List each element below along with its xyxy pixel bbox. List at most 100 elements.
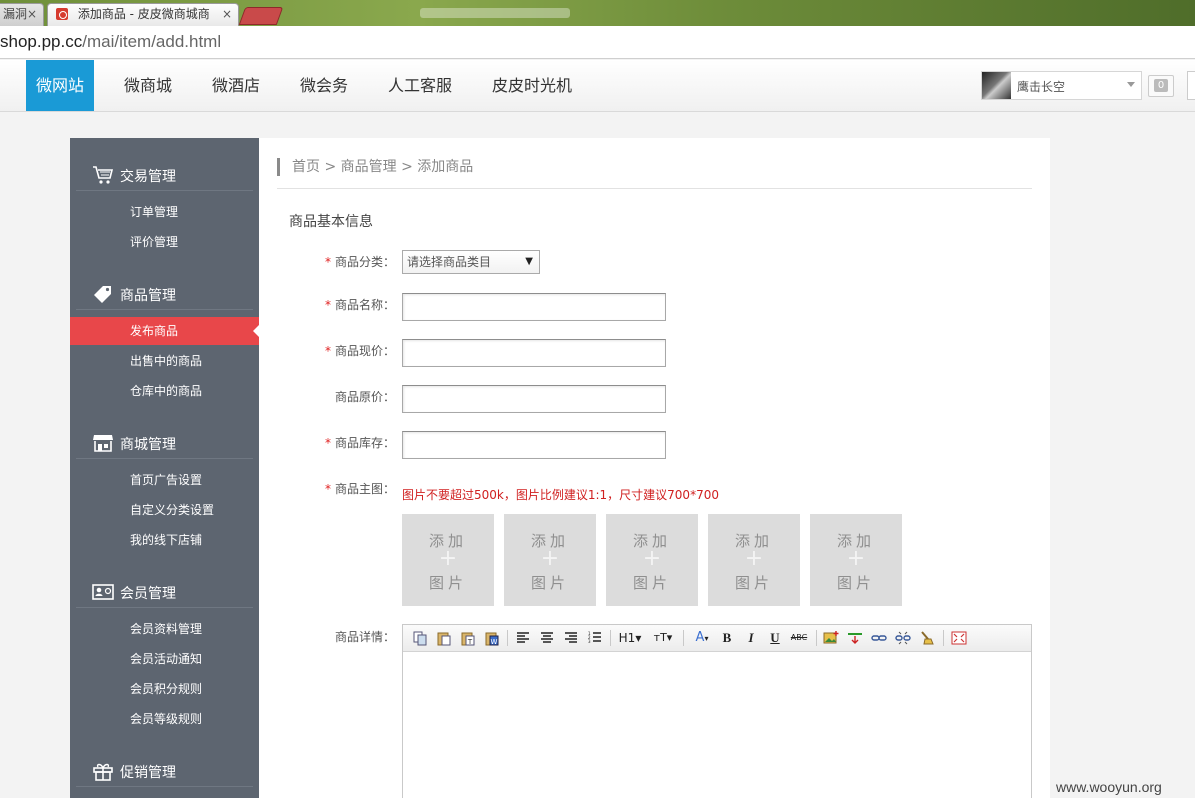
section-title: 商品管理 xyxy=(120,288,176,304)
plus-icon: + xyxy=(642,546,662,571)
svg-text:W: W xyxy=(491,638,498,646)
upload-text: 图片 xyxy=(530,574,569,592)
font-size-label: тT xyxy=(653,631,667,644)
dropdown-arrow-icon: ▼ xyxy=(525,256,533,267)
font-size-button[interactable]: тT▾ xyxy=(651,630,675,646)
upload-image-button[interactable]: 添加 + 图片 xyxy=(402,514,494,606)
original-price-input[interactable] xyxy=(402,385,666,413)
select-value: 请选择商品类目 xyxy=(407,255,492,269)
sidebar: 交易管理 订单管理 评价管理 商品管理 发布商品 出售中的商品 仓库中的商品 商… xyxy=(70,138,259,798)
paste-text-icon[interactable]: T xyxy=(460,630,476,646)
upload-image-button[interactable]: 添加 + 图片 xyxy=(708,514,800,606)
align-right-icon[interactable] xyxy=(563,630,579,646)
heading-label: H1 xyxy=(618,631,636,645)
italic-button[interactable]: I xyxy=(743,630,759,646)
paste-icon[interactable] xyxy=(436,630,452,646)
ordered-list-icon[interactable]: 123 xyxy=(587,630,603,646)
new-tab-button[interactable] xyxy=(238,7,284,25)
store-icon xyxy=(93,435,113,452)
site-favicon-icon xyxy=(56,8,68,20)
unlink-icon[interactable] xyxy=(895,630,911,646)
chevron-down-icon xyxy=(1127,82,1135,87)
upload-image-button[interactable]: 添加 + 图片 xyxy=(810,514,902,606)
copy-icon[interactable] xyxy=(412,630,428,646)
cart-icon xyxy=(93,166,114,184)
strikethrough-button[interactable]: ABC xyxy=(788,630,810,646)
upload-text: 图片 xyxy=(734,574,773,592)
user-dropdown[interactable]: 鹰击长空 xyxy=(981,71,1142,100)
stock-input[interactable] xyxy=(402,431,666,459)
sidebar-section-trade[interactable]: 交易管理 xyxy=(76,157,253,191)
section-title: 会员管理 xyxy=(120,586,176,602)
required-mark: * xyxy=(324,255,331,269)
label-text: 商品现价： xyxy=(334,344,395,358)
sidebar-section-mall[interactable]: 商城管理 xyxy=(76,425,253,459)
toolbar-separator xyxy=(610,630,611,646)
nav-weihuiwu[interactable]: 微会务 xyxy=(286,60,362,111)
sidebar-item-member-notices[interactable]: 会员活动通知 xyxy=(70,645,259,673)
insert-image-icon[interactable] xyxy=(823,630,839,646)
avatar xyxy=(982,72,1011,99)
name-label: * 商品名称： xyxy=(259,296,395,313)
overflow-button[interactable] xyxy=(1187,71,1195,100)
fullscreen-icon[interactable] xyxy=(951,630,967,646)
username: 鹰击长空 xyxy=(1017,80,1066,94)
sidebar-item-member-points[interactable]: 会员积分规则 xyxy=(70,675,259,703)
insert-hr-icon[interactable] xyxy=(847,630,863,646)
align-center-icon[interactable] xyxy=(539,630,555,646)
section-title: 促销管理 xyxy=(120,765,176,781)
sidebar-item-custom-category[interactable]: 自定义分类设置 xyxy=(70,496,259,524)
upload-image-button[interactable]: 添加 + 图片 xyxy=(606,514,698,606)
font-color-button[interactable]: A▾ xyxy=(691,630,713,646)
link-icon[interactable] xyxy=(871,630,887,646)
url-text[interactable]: shop.pp.cc/mai/item/add.html xyxy=(0,32,221,52)
nav-time-machine[interactable]: 皮皮时光机 xyxy=(482,60,582,111)
editor-toolbar: T W 123 H1▾ тT▾ A▾ B I U ABC xyxy=(403,625,1031,652)
sidebar-item-orders[interactable]: 订单管理 xyxy=(70,198,259,226)
nav-customer-service[interactable]: 人工客服 xyxy=(378,60,462,111)
sidebar-item-member-levels[interactable]: 会员等级规则 xyxy=(70,705,259,733)
nav-weijiudian[interactable]: 微酒店 xyxy=(198,60,274,111)
sidebar-section-members[interactable]: 会员管理 xyxy=(76,574,253,608)
current-price-input[interactable] xyxy=(402,339,666,367)
goods-name-input[interactable] xyxy=(402,293,666,321)
url-path: /mai/item/add.html xyxy=(82,32,222,51)
section-title: 商城管理 xyxy=(120,437,176,453)
heading-button[interactable]: H1▾ xyxy=(617,630,643,646)
required-mark: * xyxy=(324,344,331,358)
label-text: 商品库存： xyxy=(334,436,395,450)
upload-image-button[interactable]: 添加 + 图片 xyxy=(504,514,596,606)
detail-label: 商品详情： xyxy=(259,628,395,645)
message-badge[interactable]: 0 xyxy=(1148,75,1174,97)
blurred-tab xyxy=(420,8,570,18)
paste-word-icon[interactable]: W xyxy=(484,630,500,646)
sidebar-item-home-ads[interactable]: 首页广告设置 xyxy=(70,466,259,494)
required-mark: * xyxy=(324,298,331,312)
sidebar-item-goods-in-warehouse[interactable]: 仓库中的商品 xyxy=(70,377,259,405)
nav-weishangcheng[interactable]: 微商城 xyxy=(110,60,186,111)
plus-icon: + xyxy=(744,546,764,571)
close-tab-icon[interactable]: × xyxy=(222,4,232,25)
bold-button[interactable]: B xyxy=(719,630,735,646)
main-image-label: * 商品主图： xyxy=(259,480,395,497)
sidebar-item-reviews[interactable]: 评价管理 xyxy=(70,228,259,256)
browser-tab-active[interactable]: 添加商品 - 皮皮微商城商 × xyxy=(47,3,239,26)
rich-text-editor[interactable]: T W 123 H1▾ тT▾ A▾ B I U ABC xyxy=(402,624,1032,798)
sidebar-section-promotion[interactable]: 促销管理 xyxy=(76,753,253,787)
label-text: 商品名称： xyxy=(334,298,395,312)
sidebar-section-goods[interactable]: 商品管理 xyxy=(76,276,253,310)
close-tab-icon[interactable]: × xyxy=(27,4,37,25)
toolbar-separator xyxy=(816,630,817,646)
align-left-icon[interactable] xyxy=(515,630,531,646)
clear-format-icon[interactable] xyxy=(919,630,935,646)
browser-tab-previous[interactable]: 漏洞 × xyxy=(0,3,44,26)
address-bar[interactable]: shop.pp.cc/mai/item/add.html xyxy=(0,26,1195,59)
sidebar-item-offline-store[interactable]: 我的线下店铺 xyxy=(70,526,259,554)
category-select[interactable]: 请选择商品类目 ▼ xyxy=(402,250,540,274)
main-panel: 首页 > 商品管理 > 添加商品 商品基本信息 * 商品分类： 请选择商品类目 ▼… xyxy=(259,138,1050,798)
nav-weiwangzhan[interactable]: 微网站 xyxy=(26,60,94,111)
sidebar-item-goods-on-sale[interactable]: 出售中的商品 xyxy=(70,347,259,375)
underline-button[interactable]: U xyxy=(767,630,783,646)
sidebar-item-member-profiles[interactable]: 会员资料管理 xyxy=(70,615,259,643)
sidebar-item-publish-goods[interactable]: 发布商品 xyxy=(70,317,259,345)
